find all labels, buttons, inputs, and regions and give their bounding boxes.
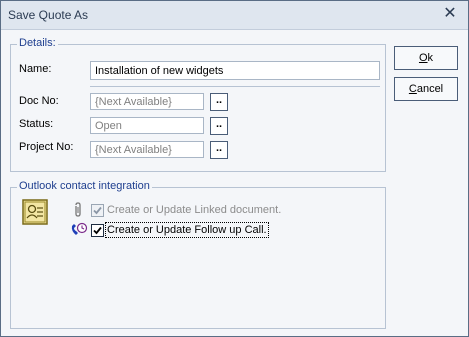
status-field[interactable]: Open [90, 117, 204, 134]
projectno-field[interactable]: {Next Available} [90, 141, 204, 158]
cancel-button-mnemonic: C [408, 83, 417, 95]
status-label: Status: [19, 118, 54, 130]
ok-button-label: k [427, 52, 434, 64]
contact-card-icon [22, 199, 48, 225]
follow-up-call-checkbox[interactable] [91, 224, 104, 237]
docno-browse-button[interactable]: .. [210, 93, 228, 111]
close-icon[interactable]: ✕ [442, 6, 458, 22]
outlook-legend: Outlook contact integration [17, 180, 152, 192]
projectno-label: Project No: [19, 141, 74, 153]
linked-document-checkbox[interactable] [91, 204, 104, 217]
status-browse-button[interactable]: .. [210, 117, 228, 135]
linked-document-label: Create or Update Linked document. [107, 204, 282, 216]
save-quote-dialog: Save Quote As ✕ Details: Name: Installat… [0, 0, 469, 337]
ok-button-mnemonic: O [418, 52, 428, 64]
cancel-button[interactable]: Cancel [394, 77, 458, 101]
follow-up-call-label: Create or Update Follow up Call. [105, 222, 269, 238]
name-label: Name: [19, 63, 52, 75]
cancel-button-label: ancel [416, 83, 444, 95]
docno-label: Doc No: [19, 95, 59, 107]
name-field[interactable]: Installation of new widgets [90, 61, 380, 80]
details-legend: Details: [17, 37, 58, 49]
outlook-group: Outlook contact integration Create or Up… [10, 180, 386, 329]
ok-button[interactable]: Ok [394, 46, 458, 70]
paperclip-icon [73, 202, 83, 218]
dialog-title: Save Quote As [8, 8, 89, 22]
details-group: Details: Name: Installation of new widge… [10, 37, 386, 172]
phone-clock-icon [70, 222, 88, 238]
projectno-browse-button[interactable]: .. [210, 141, 228, 159]
title-bar: Save Quote As ✕ [1, 1, 468, 30]
docno-field[interactable]: {Next Available} [90, 93, 204, 110]
separator [90, 86, 380, 87]
